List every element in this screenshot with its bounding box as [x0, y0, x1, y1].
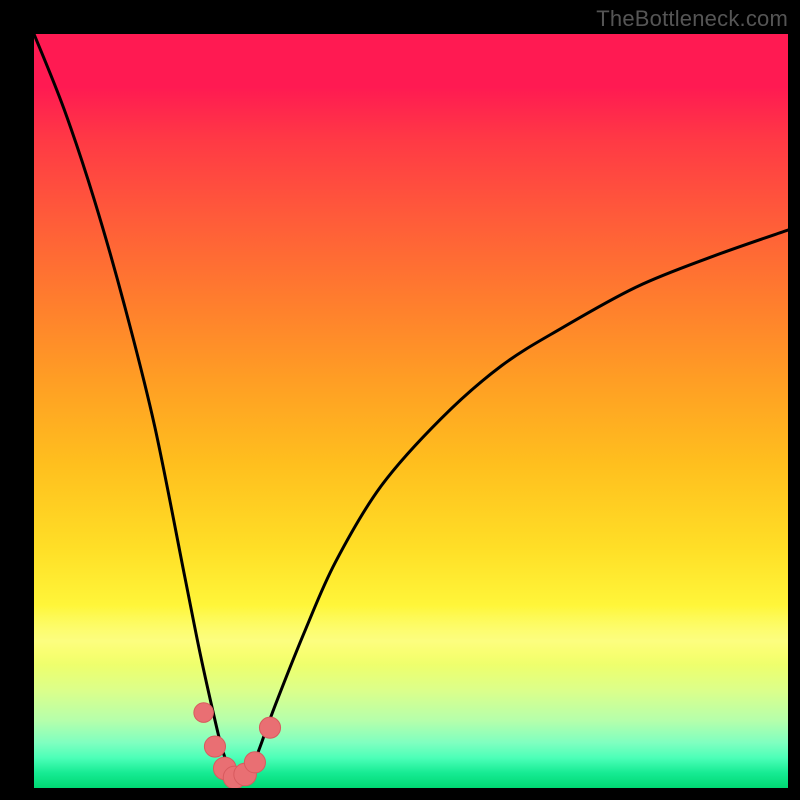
bottleneck-curve: [34, 34, 788, 779]
trough-marker: [194, 703, 214, 723]
trough-marker: [204, 736, 225, 757]
trough-markers: [194, 703, 281, 788]
plot-area: [34, 34, 788, 788]
attribution-text: TheBottleneck.com: [596, 6, 788, 32]
curve-layer: [34, 34, 788, 788]
trough-marker: [244, 752, 265, 773]
trough-marker: [259, 717, 280, 738]
chart-frame: TheBottleneck.com: [0, 0, 800, 800]
